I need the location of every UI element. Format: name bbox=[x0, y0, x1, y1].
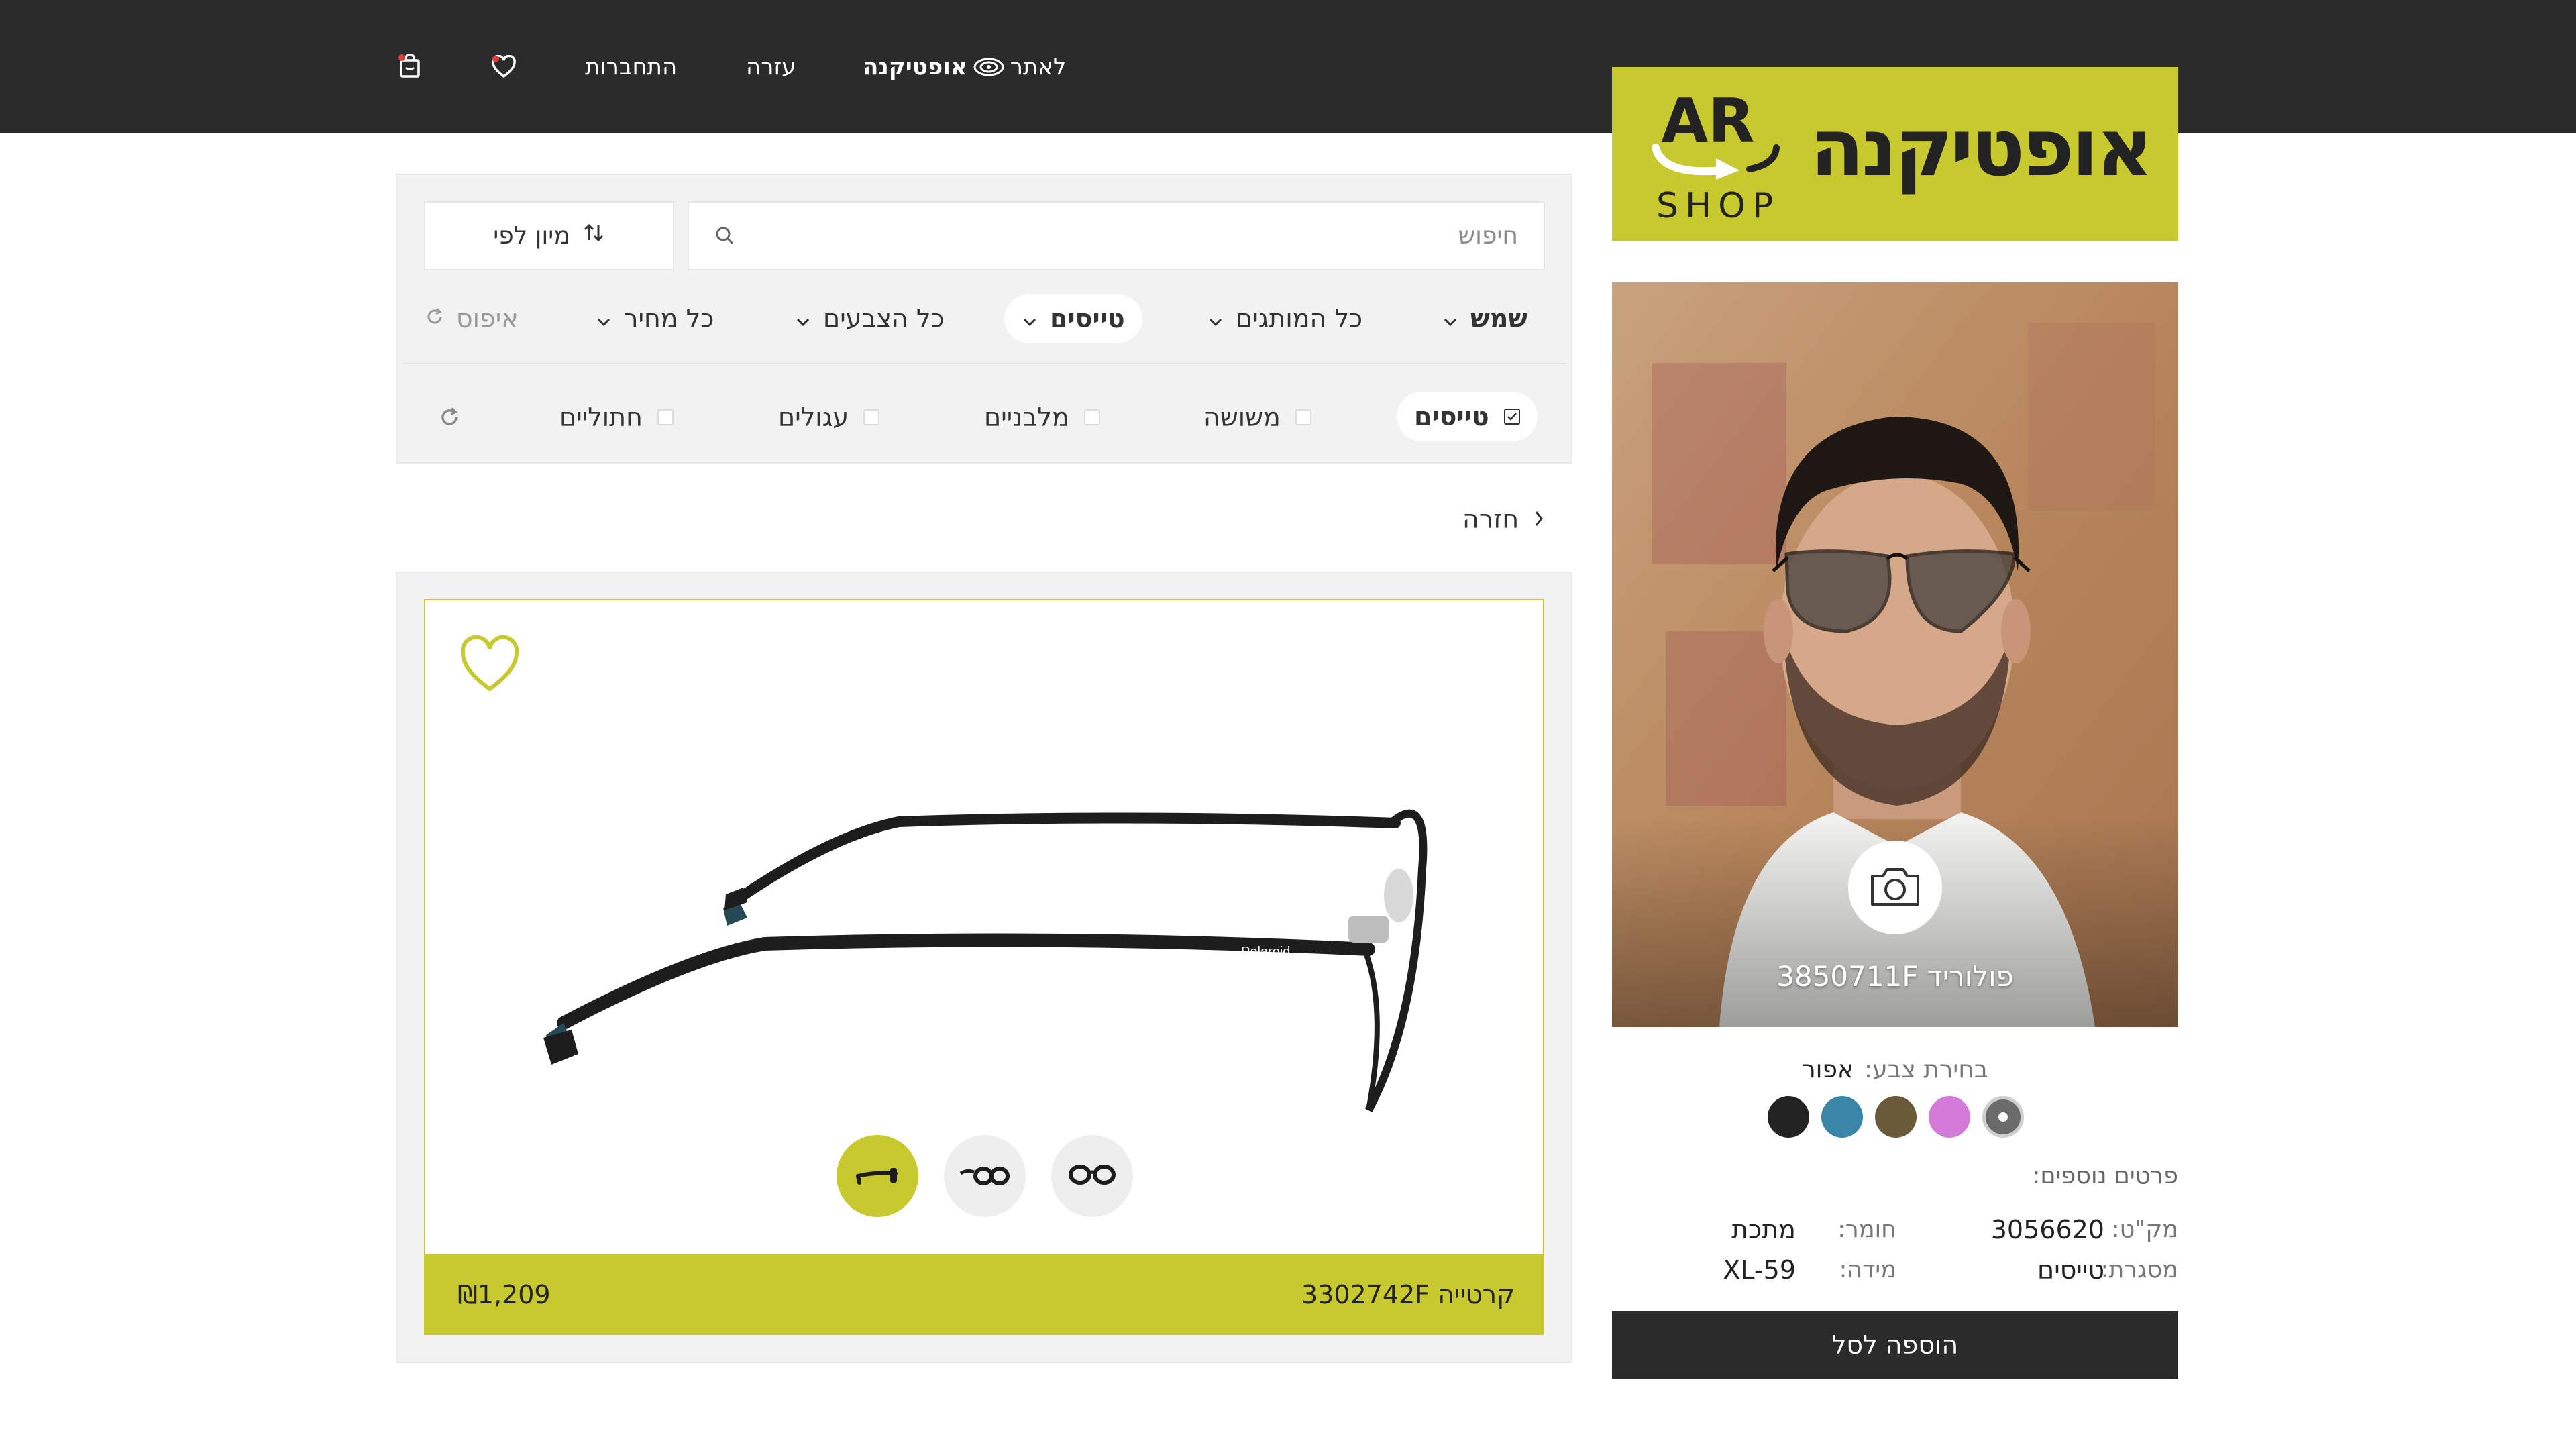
spec-frame-value: טייסים bbox=[2037, 1255, 2104, 1285]
chevron-right-icon bbox=[1534, 504, 1544, 534]
spec-size: מידה: XL-59 bbox=[1612, 1253, 1896, 1287]
filter-divider bbox=[402, 363, 1566, 364]
help-link[interactable]: עזרה bbox=[746, 52, 796, 82]
sort-label: מיון לפי bbox=[493, 222, 570, 250]
color-swatch-brown[interactable] bbox=[1875, 1096, 1917, 1138]
logo-brand-text: אופטיקנה bbox=[1810, 101, 2153, 194]
chevron-down-icon bbox=[1208, 304, 1224, 333]
add-to-cart-button[interactable]: הוספה לסל bbox=[1612, 1311, 2178, 1379]
sort-icon bbox=[582, 221, 605, 250]
favorite-heart-icon[interactable] bbox=[458, 635, 522, 697]
sort-button[interactable]: מיון לפי bbox=[424, 201, 674, 270]
wishlist-heart-icon[interactable] bbox=[488, 52, 520, 82]
filter-category-dropdown[interactable]: שמש bbox=[1442, 294, 1527, 343]
shape-option-aviator[interactable]: טייסים bbox=[1397, 392, 1538, 441]
frame-brand-print: Polaroid bbox=[1241, 945, 1290, 959]
filter-price-dropdown[interactable]: כל מחיר bbox=[596, 294, 714, 343]
site-link-prefix: לאתר bbox=[1010, 54, 1067, 80]
view-front-button[interactable] bbox=[1051, 1135, 1133, 1217]
shape-option-label: טייסים bbox=[1414, 402, 1489, 431]
filter-type-label: טייסים bbox=[1050, 304, 1125, 333]
filter-colors-dropdown[interactable]: כל הצבעים bbox=[795, 294, 945, 343]
shape-option-label: חתוליים bbox=[559, 402, 643, 432]
view-side-button[interactable] bbox=[837, 1135, 918, 1217]
spec-sku: מק"ט: 3056620 bbox=[1907, 1213, 2178, 1246]
product-price: ₪1,209 bbox=[458, 1280, 551, 1309]
eye-logo-icon bbox=[973, 57, 1005, 77]
chevron-down-icon bbox=[596, 304, 612, 333]
product-image: Polaroid bbox=[523, 735, 1449, 1120]
reset-icon bbox=[424, 304, 445, 333]
search-input[interactable]: חיפוש bbox=[1458, 203, 1518, 269]
color-swatch-teal[interactable] bbox=[1821, 1096, 1863, 1138]
tryon-product-label: פולוריד 3850711F bbox=[1776, 959, 2014, 993]
top-navigation-bar bbox=[0, 0, 2576, 133]
spec-material-value: מתכת bbox=[1731, 1215, 1796, 1244]
chevron-down-icon bbox=[795, 304, 811, 333]
filter-brands-label: כל המותגים bbox=[1236, 304, 1363, 333]
login-link[interactable]: התחברות bbox=[585, 52, 677, 82]
shape-option-label: עגולים bbox=[778, 402, 849, 432]
spec-material: חומר: מתכת bbox=[1612, 1213, 1896, 1246]
filter-reset-button[interactable]: איפוס bbox=[424, 294, 519, 343]
checkbox-icon[interactable] bbox=[1295, 409, 1311, 425]
filter-price-label: כל מחיר bbox=[624, 304, 714, 333]
color-swatch-pink[interactable] bbox=[1929, 1096, 1970, 1138]
color-select-value: אפור bbox=[1802, 1055, 1854, 1083]
search-field[interactable]: חיפוש bbox=[688, 201, 1545, 270]
logo-shop-text: SHOP bbox=[1656, 186, 1780, 226]
spec-frame-label: מסגרת: bbox=[2100, 1256, 2178, 1283]
chevron-down-icon bbox=[1442, 304, 1458, 333]
color-swatch-gray[interactable] bbox=[1982, 1096, 2024, 1138]
color-select-label: בחירת צבע: bbox=[1864, 1055, 1988, 1083]
chevron-down-icon bbox=[1022, 304, 1038, 333]
shape-option-rectangle[interactable]: מלבניים bbox=[984, 393, 1100, 441]
checkbox-checked-icon[interactable] bbox=[1503, 409, 1520, 425]
filter-reset-label: איפוס bbox=[456, 304, 519, 333]
filter-category-label: שמש bbox=[1470, 304, 1528, 333]
filter-colors-label: כל הצבעים bbox=[823, 304, 945, 333]
glasses-angle-view-icon bbox=[958, 1161, 1012, 1191]
camera-icon bbox=[1867, 863, 1923, 912]
details-title: פרטים נוספים: bbox=[2032, 1163, 2178, 1189]
search-icon[interactable] bbox=[714, 225, 735, 248]
site-link-brand: אופטיקנה bbox=[863, 54, 967, 80]
spec-material-label: חומר: bbox=[1837, 1216, 1896, 1243]
back-link[interactable]: חזרה bbox=[1462, 502, 1544, 537]
logo-arrow-icon bbox=[1649, 134, 1783, 184]
spec-frame: מסגרת: טייסים bbox=[1907, 1253, 2178, 1287]
filter-type-dropdown[interactable]: טייסים bbox=[1004, 294, 1142, 343]
checkbox-icon[interactable] bbox=[863, 409, 880, 425]
camera-capture-button[interactable] bbox=[1848, 841, 1942, 934]
glasses-front-view-icon bbox=[1065, 1161, 1119, 1191]
filter-brands-dropdown[interactable]: כל המותגים bbox=[1208, 294, 1362, 343]
shape-reset-icon[interactable] bbox=[437, 405, 462, 432]
shape-option-hexagon[interactable]: משושה bbox=[1203, 393, 1311, 441]
product-name: קרטייה 3302742F bbox=[1301, 1280, 1515, 1309]
view-angle-button[interactable] bbox=[944, 1135, 1026, 1217]
checkbox-icon[interactable] bbox=[657, 409, 674, 425]
shape-option-cat-eye[interactable]: חתוליים bbox=[559, 393, 674, 441]
shape-option-round[interactable]: עגולים bbox=[778, 393, 880, 441]
back-label: חזרה bbox=[1462, 504, 1519, 534]
selected-dot-icon bbox=[1998, 1112, 2008, 1122]
spec-sku-value: 3056620 bbox=[1990, 1215, 2104, 1244]
ar-shop-logo[interactable]: אופטיקנה AR SHOP bbox=[1612, 67, 2178, 241]
spec-size-label: מידה: bbox=[1839, 1256, 1896, 1283]
color-select-row: בחירת צבע: אפור bbox=[1612, 1052, 2178, 1087]
cart-icon[interactable] bbox=[394, 52, 427, 82]
glasses-side-view-icon bbox=[854, 1161, 901, 1191]
checkbox-icon[interactable] bbox=[1083, 409, 1100, 425]
shape-option-label: משושה bbox=[1203, 402, 1281, 432]
spec-sku-label: מק"ט: bbox=[2111, 1216, 2178, 1243]
spec-size-value: XL-59 bbox=[1723, 1255, 1796, 1285]
color-swatch-black[interactable] bbox=[1768, 1096, 1809, 1138]
site-link[interactable]: לאתר אופטיקנה bbox=[863, 52, 1066, 82]
shape-option-label: מלבניים bbox=[984, 402, 1069, 432]
